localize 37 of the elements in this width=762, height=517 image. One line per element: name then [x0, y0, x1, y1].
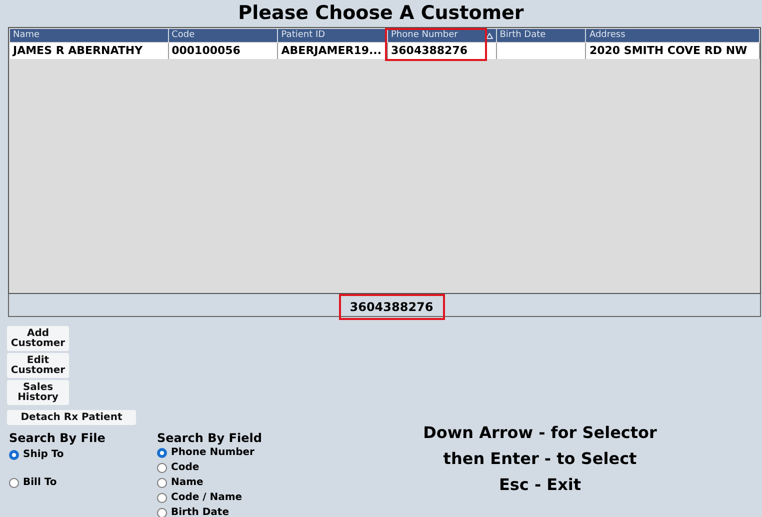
column-header[interactable]: Address [586, 29, 760, 42]
table-cell: 2020 SMITH COVE RD NW [586, 43, 760, 59]
column-header[interactable]: Birth Date [496, 29, 586, 42]
radio-button[interactable] [9, 478, 19, 488]
table-cell: ABERJAMER19... [278, 43, 388, 59]
search-value: 3604388276 [338, 294, 444, 320]
radio-label: Phone Number [171, 446, 254, 460]
radio-button[interactable] [157, 492, 167, 502]
table-cell: JAMES R ABERNATHY [10, 43, 169, 59]
action-button[interactable]: Edit Customer [7, 353, 69, 378]
instruction-text: Esc - Exit [498, 475, 582, 495]
table-row[interactable]: JAMES R ABERNATHY 000100056 ABERJAMER19... 3604388276 2020 SMITH COVE RD NW [10, 43, 760, 59]
radio-label: Code / Name [171, 491, 242, 505]
instruction-text: Down Arrow - for Selector [423, 423, 657, 443]
detach-button[interactable]: Detach Rx Patient [7, 410, 136, 425]
column-header[interactable]: Code [168, 29, 278, 42]
column-header[interactable]: Name [10, 29, 169, 42]
radio-button[interactable] [157, 448, 167, 458]
radio-label: Bill To [23, 476, 57, 490]
action-button[interactable]: Sales History [7, 380, 69, 405]
radio-button[interactable] [157, 508, 167, 517]
radio-button[interactable] [157, 478, 167, 488]
radio-button[interactable] [9, 450, 19, 460]
column-header[interactable]: Phone Number [388, 29, 497, 42]
group-title: Search By File [9, 431, 106, 445]
radio-label: Birth Date [171, 506, 229, 517]
radio-label: Code [171, 461, 200, 475]
table-cell: 000100056 [168, 43, 278, 59]
group-title: Search By Field [157, 431, 262, 445]
instruction-text: then Enter - to Select [443, 449, 637, 469]
page-title: Please Choose A Customer [238, 1, 524, 26]
radio-label: Ship To [23, 448, 64, 462]
radio-button[interactable] [157, 462, 167, 472]
radio-label: Name [171, 476, 204, 490]
table-cell: 3604388276 [388, 43, 497, 59]
action-button[interactable]: Add Customer [7, 326, 69, 351]
column-header[interactable]: Patient ID [278, 29, 388, 42]
